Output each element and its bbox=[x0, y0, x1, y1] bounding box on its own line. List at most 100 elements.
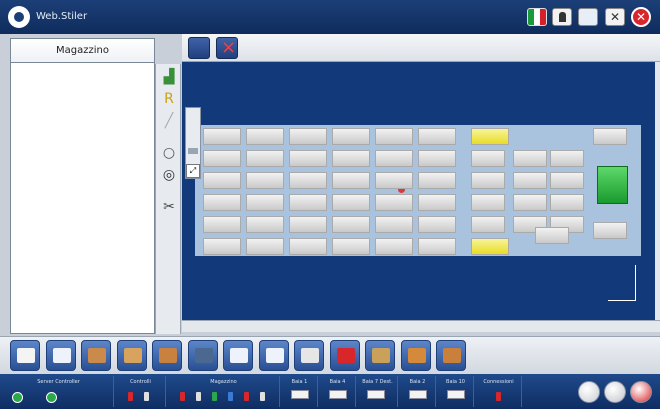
storage-location[interactable] bbox=[289, 216, 327, 233]
storage-location[interactable] bbox=[203, 194, 241, 211]
zoom-thumb[interactable] bbox=[188, 148, 198, 154]
list-icon[interactable] bbox=[223, 340, 253, 371]
storage-location[interactable] bbox=[535, 227, 569, 244]
home-icon-glyph bbox=[17, 348, 35, 363]
status-group: Connessioni bbox=[476, 376, 522, 407]
storage-location[interactable] bbox=[550, 194, 584, 211]
horizontal-scrollbar[interactable] bbox=[182, 320, 660, 332]
storage-location[interactable] bbox=[289, 238, 327, 255]
storage-location[interactable] bbox=[471, 150, 505, 167]
storage-location[interactable] bbox=[289, 194, 327, 211]
storage-location[interactable] bbox=[550, 150, 584, 167]
vertical-scrollbar[interactable] bbox=[655, 62, 660, 320]
storage-location[interactable] bbox=[375, 194, 413, 211]
storage-location[interactable] bbox=[203, 150, 241, 167]
storage-location[interactable] bbox=[550, 172, 584, 189]
storage-location[interactable] bbox=[246, 128, 284, 145]
storage-location[interactable] bbox=[471, 194, 505, 211]
box-icon[interactable] bbox=[152, 340, 182, 371]
save-layout-button[interactable] bbox=[188, 37, 210, 59]
storage-location[interactable] bbox=[593, 128, 627, 145]
forklift-icon[interactable] bbox=[294, 340, 324, 371]
storage-location[interactable] bbox=[246, 172, 284, 189]
storage-location[interactable] bbox=[375, 216, 413, 233]
green-zone[interactable] bbox=[597, 166, 628, 204]
cut-icon[interactable]: ✂ bbox=[160, 198, 178, 216]
italian-flag-icon[interactable] bbox=[527, 8, 547, 26]
storage-location[interactable] bbox=[332, 216, 370, 233]
storage-location[interactable] bbox=[203, 128, 241, 145]
delete-layout-button[interactable] bbox=[216, 37, 238, 59]
settings-icon[interactable] bbox=[604, 381, 626, 403]
storage-location[interactable] bbox=[332, 150, 370, 167]
tab-magazzino[interactable]: Magazzino bbox=[11, 39, 154, 63]
alarm-icon[interactable] bbox=[329, 340, 360, 371]
close-icon[interactable]: ✕ bbox=[631, 7, 651, 27]
storage-location[interactable] bbox=[203, 172, 241, 189]
storage-location[interactable] bbox=[513, 172, 547, 189]
storage-location[interactable] bbox=[418, 172, 456, 189]
boxes-icon[interactable] bbox=[365, 340, 395, 371]
edit-icon-glyph bbox=[123, 348, 142, 363]
storage-location[interactable] bbox=[203, 238, 241, 255]
zoom-slider[interactable]: ⤢ bbox=[185, 107, 201, 179]
storage-location[interactable] bbox=[289, 150, 327, 167]
storage-location[interactable] bbox=[246, 150, 284, 167]
storage-location[interactable] bbox=[375, 172, 413, 189]
storage-location[interactable] bbox=[246, 216, 284, 233]
stack-icon-glyph bbox=[407, 348, 426, 363]
bay-status-box[interactable] bbox=[367, 390, 385, 399]
storage-location[interactable] bbox=[203, 216, 241, 233]
highlighted-location[interactable] bbox=[471, 238, 509, 255]
export-icon[interactable] bbox=[436, 340, 466, 371]
status-label: Server Controller bbox=[37, 379, 80, 385]
bay-status-box[interactable] bbox=[409, 390, 427, 399]
storage-location[interactable] bbox=[332, 238, 370, 255]
storage-location[interactable] bbox=[375, 150, 413, 167]
storage-location[interactable] bbox=[418, 150, 456, 167]
user-icon[interactable] bbox=[552, 8, 572, 26]
storage-location[interactable] bbox=[375, 238, 413, 255]
bay-status-box[interactable] bbox=[329, 390, 347, 399]
storage-location[interactable] bbox=[418, 238, 456, 255]
storage-location[interactable] bbox=[418, 128, 456, 145]
storage-location[interactable] bbox=[471, 172, 505, 189]
bay-status-box[interactable] bbox=[447, 390, 465, 399]
highlighted-location[interactable] bbox=[471, 128, 509, 145]
storage-location[interactable] bbox=[418, 216, 456, 233]
alert-icon[interactable] bbox=[630, 381, 652, 403]
circle-outline-icon[interactable]: ○ bbox=[160, 144, 178, 162]
tools-icon[interactable]: ✕ bbox=[605, 8, 625, 26]
status-label: Controlli bbox=[130, 379, 151, 385]
storage-location[interactable] bbox=[471, 216, 505, 233]
storage-location[interactable] bbox=[289, 172, 327, 189]
frame-icon[interactable] bbox=[45, 340, 76, 371]
pallet-icon[interactable] bbox=[81, 340, 111, 371]
screen-icon[interactable] bbox=[578, 8, 598, 26]
storage-location[interactable] bbox=[332, 194, 370, 211]
edit-icon[interactable] bbox=[116, 340, 147, 371]
truck-icon[interactable] bbox=[187, 340, 218, 371]
disk-icon[interactable] bbox=[578, 381, 600, 403]
storage-location[interactable] bbox=[418, 194, 456, 211]
stack-icon[interactable] bbox=[400, 340, 431, 371]
storage-location[interactable] bbox=[246, 238, 284, 255]
bay-status-box[interactable] bbox=[291, 390, 309, 399]
storage-location[interactable] bbox=[289, 128, 327, 145]
line-icon[interactable]: ╱ bbox=[160, 112, 178, 130]
storage-location[interactable] bbox=[332, 128, 370, 145]
add-shelf-icon[interactable]: ▟ bbox=[160, 68, 178, 86]
warehouse-map[interactable]: ⤢ bbox=[182, 62, 655, 320]
storage-location[interactable] bbox=[375, 128, 413, 145]
zoom-fit-button[interactable]: ⤢ bbox=[186, 164, 200, 178]
home-icon[interactable] bbox=[10, 340, 40, 371]
storage-location[interactable] bbox=[513, 150, 547, 167]
tag-icon[interactable]: R bbox=[160, 90, 178, 108]
ring-icon[interactable]: ◎ bbox=[160, 166, 178, 184]
storage-location[interactable] bbox=[246, 194, 284, 211]
storage-location[interactable] bbox=[513, 194, 547, 211]
calendar-icon[interactable] bbox=[258, 340, 289, 371]
storage-location[interactable] bbox=[332, 172, 370, 189]
storage-location[interactable] bbox=[593, 222, 627, 239]
status-group: Server Controller bbox=[4, 376, 114, 407]
